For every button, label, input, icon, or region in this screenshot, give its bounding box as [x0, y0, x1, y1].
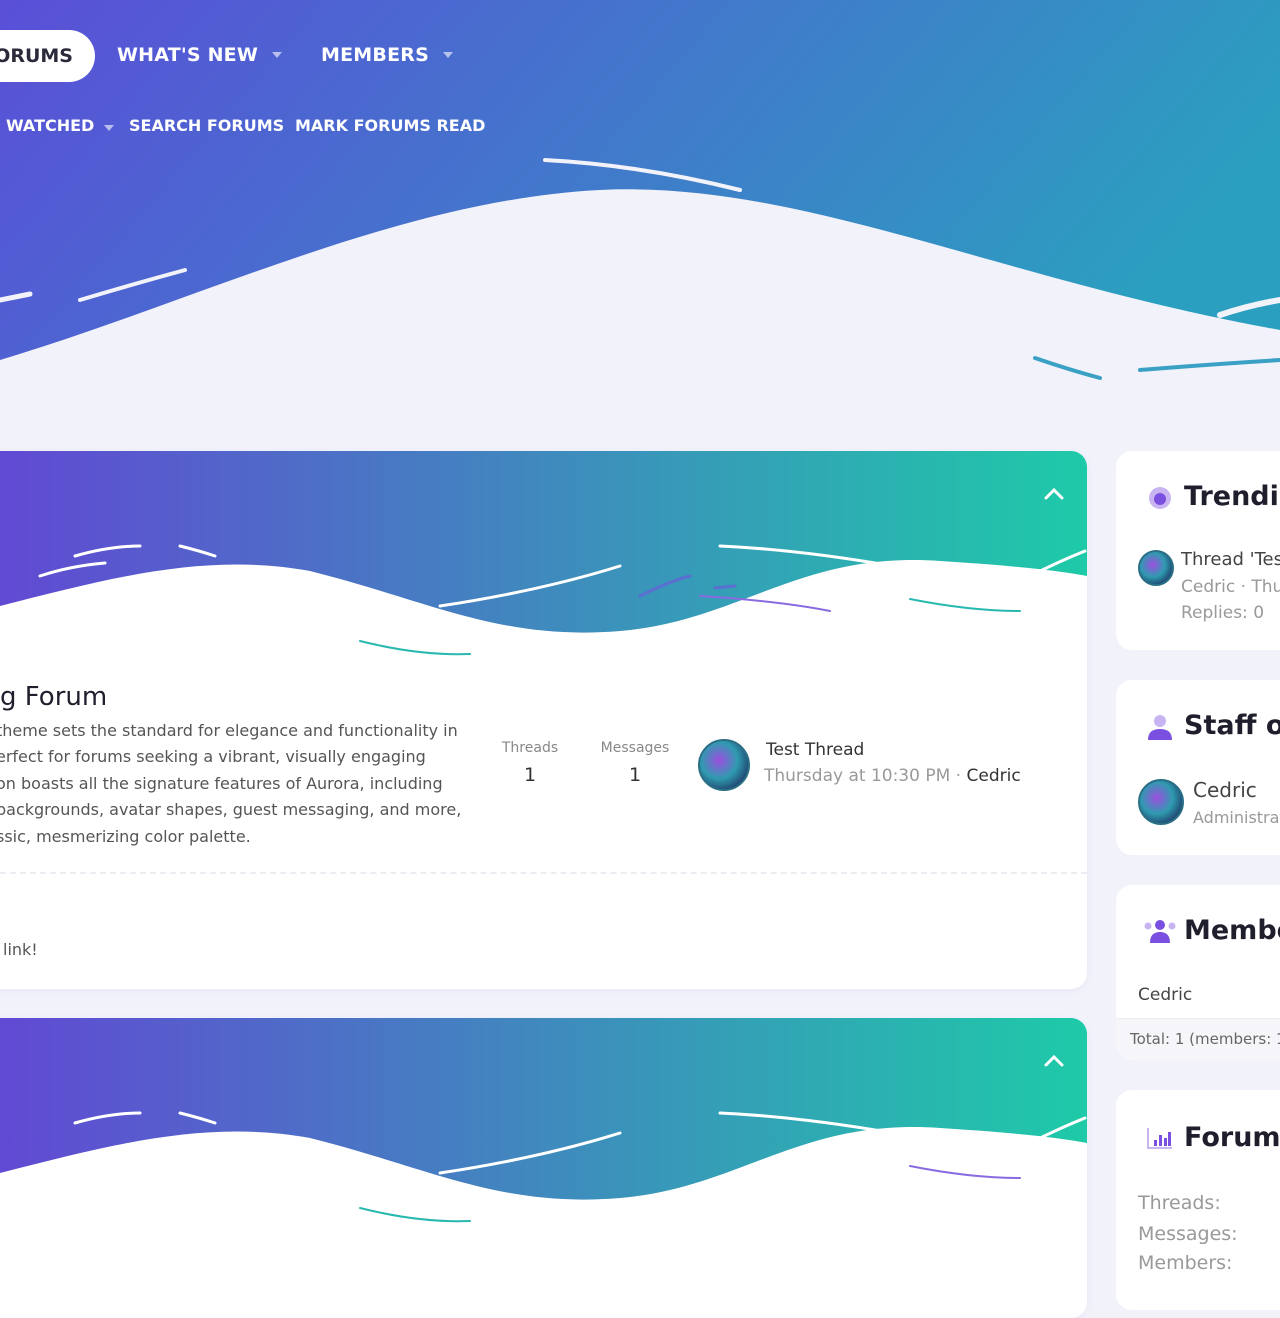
members-online-widget: Membe Cedric Total: 1 (members: 1,	[1116, 885, 1280, 1060]
avatar[interactable]	[1138, 550, 1174, 586]
messages-label: Messages	[600, 740, 670, 756]
staff-online-widget: Staff or Cedric Administrat	[1116, 680, 1280, 855]
separator: ·	[955, 766, 962, 786]
threads-value: 1	[523, 764, 537, 786]
subnav-watched[interactable]: WATCHED	[6, 116, 115, 135]
bar-chart-icon	[1147, 1128, 1172, 1149]
nav-item-whats-new[interactable]: WHAT'S NEW	[117, 30, 283, 80]
subnav-search-forums[interactable]: SEARCH FORUMS	[129, 116, 284, 135]
avatar[interactable]	[1138, 779, 1184, 825]
users-icon	[1144, 920, 1176, 943]
collapse-chevron-up-icon[interactable]	[1041, 1048, 1067, 1074]
description-line: ssic, mesmerizing color palette.	[0, 826, 251, 846]
trending-widget: Trendin Thread 'Tes Cedric · Thu Replies…	[1116, 451, 1280, 650]
members-total: Total: 1 (members: 1,	[1130, 1030, 1280, 1048]
description-line: theme sets the standard for elegance and…	[0, 721, 458, 740]
stats-messages-label: Messages:	[1138, 1223, 1238, 1245]
widget-title: Membe	[1184, 915, 1280, 946]
description-line: erfect for forums seeking a vibrant, vis…	[0, 747, 426, 767]
nav-label: MEMBERS	[321, 44, 429, 66]
collapse-chevron-up-icon[interactable]	[1041, 481, 1067, 507]
stats-threads-label: Threads:	[1138, 1192, 1221, 1214]
subnav-mark-forums-read[interactable]: MARK FORUMS READ	[295, 116, 485, 135]
avatar[interactable]	[698, 739, 750, 791]
forum-category-card	[0, 1018, 1087, 1318]
latest-user-link[interactable]: Cedric	[966, 766, 1020, 786]
description-line: on boasts all the signature features of …	[0, 773, 443, 793]
widget-title: Staff or	[1184, 710, 1280, 741]
nav-label: WHAT'S NEW	[117, 44, 259, 66]
category-banner	[0, 1018, 1087, 1238]
forum-statistics-widget: Forum s Threads: Messages: Members:	[1116, 1090, 1280, 1310]
widget-title: Forum s	[1184, 1122, 1280, 1153]
trending-thread-link[interactable]: Thread 'Tes	[1181, 549, 1280, 570]
forum-footer-link[interactable]: link!	[3, 940, 38, 959]
divider	[0, 872, 1087, 874]
widget-title: Trendin	[1184, 481, 1280, 512]
latest-date: Thursday at 10:30 PM	[764, 766, 951, 786]
stats-members-label: Members:	[1138, 1252, 1233, 1274]
chevron-down-icon	[104, 125, 115, 131]
forum-description: theme sets the standard for elegance and…	[0, 718, 466, 850]
member-link[interactable]: Cedric	[1138, 985, 1192, 1005]
fire-icon	[1149, 487, 1171, 509]
trending-meta: Cedric · Thu	[1181, 577, 1280, 597]
latest-thread-meta: Thursday at 10:30 PM · Cedric	[764, 766, 1021, 786]
staff-role: Administrat	[1193, 808, 1280, 827]
threads-stat: Threads 1	[490, 740, 570, 786]
nav-item-forums[interactable]: ORUMS	[0, 30, 95, 82]
subnav-label: WATCHED	[6, 116, 95, 135]
trending-replies: Replies: 0	[1181, 603, 1265, 623]
staff-user-link[interactable]: Cedric	[1193, 778, 1257, 802]
threads-label: Threads	[501, 740, 559, 756]
messages-stat: Messages 1	[595, 740, 675, 786]
chevron-down-icon	[272, 52, 283, 58]
user-icon	[1148, 715, 1172, 740]
chevron-down-icon	[442, 52, 453, 58]
messages-value: 1	[628, 764, 642, 786]
description-line: backgrounds, avatar shapes, guest messag…	[0, 800, 462, 820]
forum-title[interactable]: g Forum	[0, 682, 107, 712]
category-banner	[0, 451, 1087, 671]
nav-item-members[interactable]: MEMBERS	[321, 30, 453, 80]
latest-thread-link[interactable]: Test Thread	[766, 740, 864, 760]
